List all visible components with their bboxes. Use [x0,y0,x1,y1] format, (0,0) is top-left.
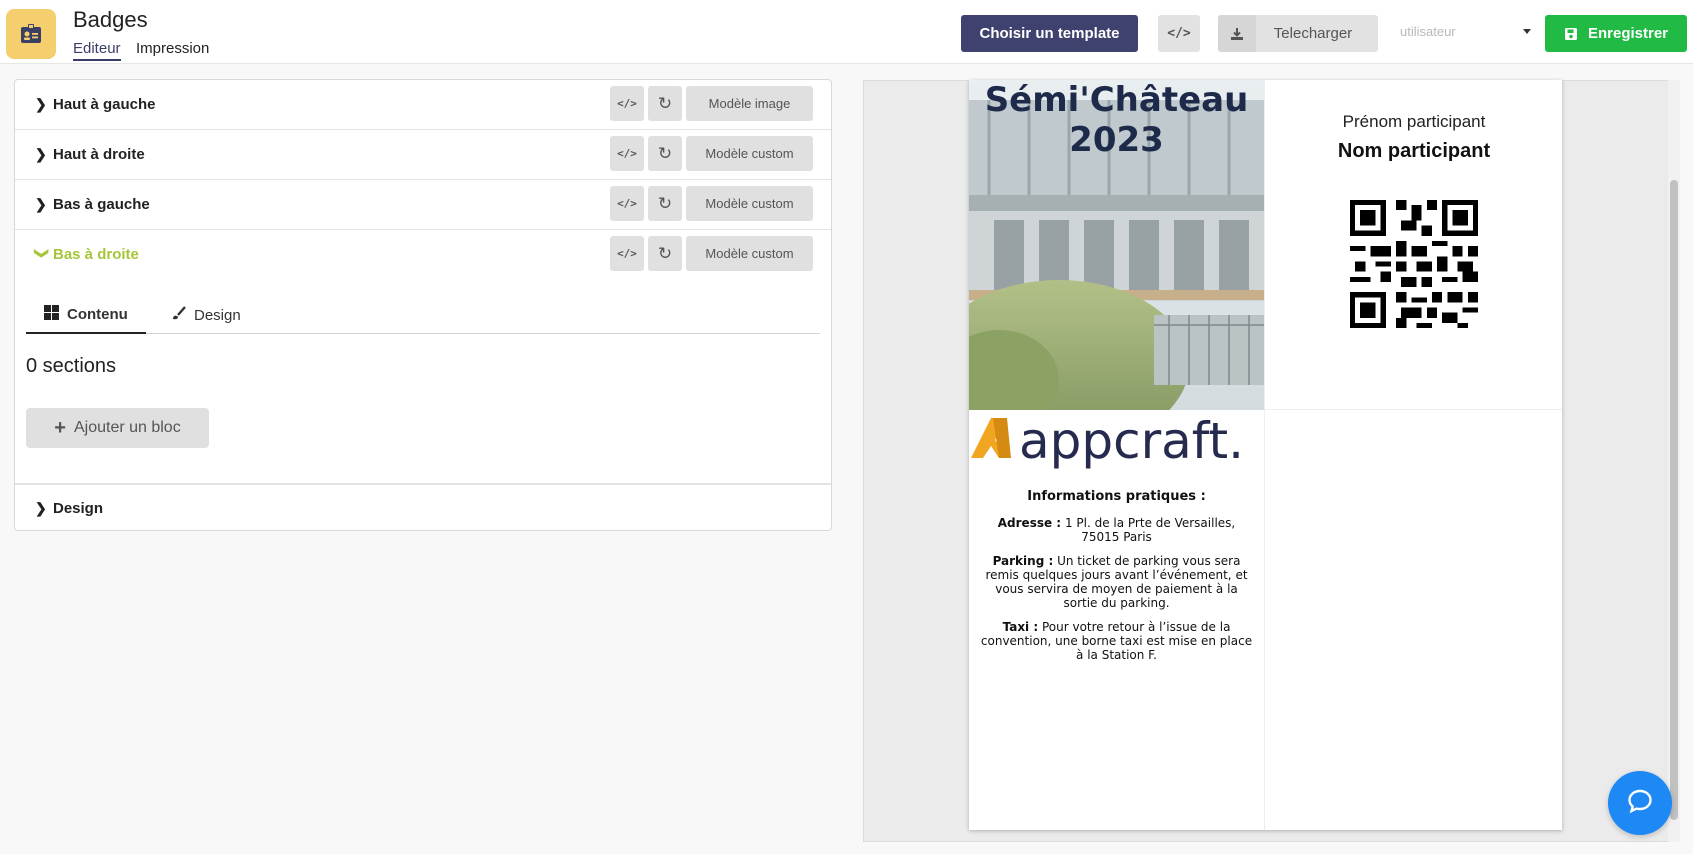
code-icon: </> [1167,26,1191,41]
code-icon: </> [617,97,637,110]
reset-button[interactable]: ↻ [648,136,682,171]
code-button[interactable]: </> [610,236,644,271]
refresh-icon: ↻ [657,93,673,113]
info-text: 1 Pl. de la Prte de Versailles, 75015 Pa… [1064,516,1236,544]
info-parking: Parking : Un ticket de parking vous sera… [977,554,1256,610]
tab-contenu[interactable]: Contenu [26,296,146,334]
chevron-right-icon: ❯ [35,96,47,112]
event-title: Sémi'Château 2023 [984,80,1249,160]
chevron-right-icon: ❯ [35,196,47,212]
page-title: Badges [73,7,148,32]
refresh-icon: ↻ [657,143,673,163]
svg-text:appcraft.: appcraft. [1019,412,1244,470]
model-button[interactable]: Modèle image [686,86,813,121]
badge-top-left[interactable]: Sémi'Château 2023 [969,80,1264,410]
save-button[interactable]: Enregistrer [1545,15,1687,52]
top-bar: Badges Editeur Impression Choisir un tem… [0,0,1693,64]
chat-bubble-icon [1626,787,1654,820]
practical-info: Informations pratiques : Adresse : 1 Pl.… [977,490,1256,672]
participant-first-name: Prénom participant [1342,112,1486,131]
editor-panel: ❯ Haut à gauche </> ↻ Modèle image ❯ Hau… [14,79,832,531]
refresh-icon: ↻ [657,243,673,263]
tab-label: Contenu [67,305,128,323]
download-label: Telecharger [1273,25,1353,42]
chevron-right-icon: ❯ [35,500,47,516]
code-icon: </> [617,147,637,160]
model-button[interactable]: Modèle custom [686,186,813,221]
code-button[interactable]: </> [1158,15,1200,52]
badge-card: Sémi'Château 2023 Prénom participant Nom… [969,80,1562,830]
accordion-bas-gauche[interactable]: ❯ Bas à gauche </> ↻ Modèle custom [15,180,831,230]
scrollbar-thumb[interactable] [1670,180,1678,820]
accordion-title[interactable]: ❯ Bas à gauche [35,196,150,213]
accordion-title[interactable]: ❯ Haut à gauche [35,96,156,113]
section-title: Haut à gauche [53,96,156,113]
download-icon [1218,15,1256,52]
info-label: Parking : [992,554,1054,568]
plus-icon: + [54,416,66,439]
accordion-title[interactable]: ❯ Haut à droite [35,146,145,163]
info-taxi: Taxi : Pour votre retour à l’issue de la… [977,620,1256,662]
section-title: Bas à droite [53,246,139,263]
user-select[interactable]: utilisateur [1400,24,1530,39]
download-button[interactable]: Telecharger [1218,15,1378,52]
accordion-title[interactable]: ❯ Bas à droite [35,246,139,263]
code-button[interactable]: </> [610,186,644,221]
preview-scrollbar[interactable] [1668,80,1680,842]
section-title: Design [53,500,104,517]
tab-design[interactable]: Design [171,296,241,334]
section-title: Bas à gauche [53,196,150,213]
badge-top-right[interactable]: Prénom participant Nom participant [1264,80,1562,410]
appcraft-logo: appcraft. [969,410,1264,480]
chevron-down-icon: ❯ [34,247,51,260]
code-icon: </> [617,197,637,210]
model-button[interactable]: Modèle custom [686,236,813,271]
model-button[interactable]: Modèle custom [686,136,813,171]
reset-button[interactable]: ↻ [648,86,682,121]
info-address: Adresse : 1 Pl. de la Prte de Versailles… [977,516,1256,544]
caret-down-icon[interactable] [1523,29,1531,34]
content-tabs: Contenu Design [26,296,820,334]
refresh-icon: ↻ [657,193,673,213]
grid-icon [44,304,59,324]
code-button[interactable]: </> [610,86,644,121]
badge-bottom-right[interactable] [1264,410,1562,830]
add-block-button[interactable]: + Ajouter un bloc [26,408,209,448]
chevron-right-icon: ❯ [35,146,47,162]
floppy-disk-icon [1564,27,1578,41]
badge-bottom-left[interactable]: appcraft. Informations pratiques : Adres… [969,410,1264,830]
id-badge-icon [6,9,56,59]
tab-label: Design [194,306,241,324]
save-label: Enregistrer [1587,25,1669,42]
code-button[interactable]: </> [610,136,644,171]
accordion-design[interactable]: ❯ Design [15,484,831,530]
info-label: Adresse : [997,516,1062,530]
chat-button[interactable] [1608,771,1672,835]
participant-last-name: Nom participant [1337,140,1491,162]
info-title: Informations pratiques : [1027,489,1206,504]
add-block-label: Ajouter un bloc [73,419,181,436]
sections-count: 0 sections [26,355,117,377]
paint-brush-icon [171,305,186,325]
choose-template-button[interactable]: Choisir un template [961,15,1138,52]
info-label: Taxi : [1002,620,1039,634]
tab-editeur[interactable]: Editeur [73,40,121,61]
section-title: Haut à droite [53,146,145,163]
accordion-title[interactable]: ❯ Design [35,500,103,517]
accordion-haut-gauche[interactable]: ❯ Haut à gauche </> ↻ Modèle image [15,80,831,130]
tab-impression[interactable]: Impression [136,40,209,59]
accordion-haut-droite[interactable]: ❯ Haut à droite </> ↻ Modèle custom [15,130,831,180]
reset-button[interactable]: ↻ [648,186,682,221]
code-icon: </> [617,247,637,260]
reset-button[interactable]: ↻ [648,236,682,271]
qr-code [1350,200,1478,328]
